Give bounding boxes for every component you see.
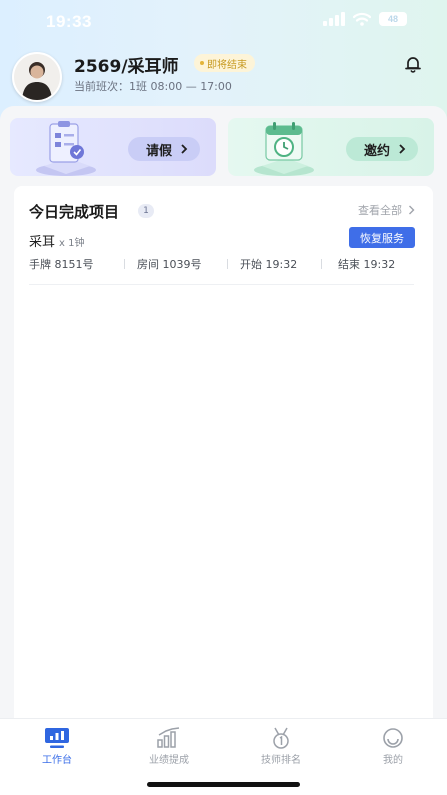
tab-label: 技师排名 bbox=[261, 755, 301, 766]
service-name: 采耳 bbox=[29, 235, 56, 250]
leave-card[interactable]: 请假 bbox=[10, 118, 216, 176]
avatar-person-icon bbox=[14, 54, 60, 100]
tab-label: 我的 bbox=[383, 755, 403, 766]
status-bar: 19:33 48 bbox=[0, 0, 447, 44]
battery-icon: 48 bbox=[379, 12, 407, 26]
signal-icon bbox=[323, 12, 345, 26]
calendar-clock-illustration-icon bbox=[254, 122, 314, 176]
detail-separator bbox=[124, 259, 125, 269]
user-name: 2569/采耳师 bbox=[74, 57, 179, 77]
item-name: 采耳 x 1钟 bbox=[29, 231, 84, 250]
view-all-link[interactable]: 查看全部 bbox=[358, 202, 415, 218]
chevron-right-icon bbox=[409, 205, 415, 215]
tab-performance[interactable]: 业绩提成 bbox=[134, 727, 204, 766]
invite-button-label: 邀约 bbox=[363, 143, 390, 159]
status-time: 19:33 bbox=[46, 12, 92, 31]
home-indicator bbox=[147, 782, 300, 787]
avatar[interactable] bbox=[12, 52, 62, 102]
chevron-right-icon bbox=[181, 144, 188, 154]
badge-dot-icon bbox=[200, 61, 204, 65]
row-divider bbox=[29, 284, 414, 285]
status-badge: 即将结束 bbox=[194, 54, 255, 72]
tab-mine[interactable]: 我的 bbox=[358, 727, 428, 766]
item-quantity: x 1钟 bbox=[59, 238, 85, 249]
invite-card[interactable]: 邀约 bbox=[228, 118, 434, 176]
room-number: 房间 1039号 bbox=[137, 258, 202, 271]
current-shift: 当前班次：1班 08:00 — 17:00 bbox=[74, 80, 232, 93]
resume-service-button[interactable]: 恢复服务 bbox=[349, 227, 415, 248]
status-icons: 48 bbox=[323, 12, 407, 26]
smile-icon bbox=[383, 728, 403, 748]
count-badge: 1 bbox=[138, 204, 154, 218]
monitor-icon bbox=[45, 728, 69, 748]
completed-items-panel: 今日完成项目 1 查看全部 采耳 x 1钟 恢复服务 手牌 8151号 房间 10… bbox=[14, 186, 433, 795]
invite-button[interactable]: 邀约 bbox=[345, 137, 418, 161]
chevron-right-icon bbox=[399, 144, 406, 154]
leave-button[interactable]: 请假 bbox=[127, 137, 200, 161]
detail-separator bbox=[227, 259, 228, 269]
wifi-icon bbox=[353, 12, 371, 26]
tab-workbench[interactable]: 工作台 bbox=[22, 727, 92, 766]
item-details: 手牌 8151号 房间 1039号 开始 19:32 结束 19:32 bbox=[29, 256, 409, 272]
bar-chart-icon bbox=[157, 727, 180, 748]
tab-label: 业绩提成 bbox=[149, 755, 189, 766]
tab-label: 工作台 bbox=[42, 755, 72, 766]
leave-button-label: 请假 bbox=[145, 143, 172, 159]
view-all-label: 查看全部 bbox=[358, 204, 402, 217]
clipboard-illustration-icon bbox=[36, 121, 96, 176]
medal-icon bbox=[273, 727, 289, 749]
panel-title: 今日完成项目 bbox=[29, 203, 120, 221]
bell-icon[interactable] bbox=[403, 54, 423, 74]
end-time: 结束 19:32 bbox=[338, 258, 396, 271]
content-sheet: 请假 邀约 今日完成项目 1 查看全部 采耳 x 1钟 恢复服务 手牌 8151… bbox=[0, 106, 447, 795]
user-header: 2569/采耳师 即将结束 当前班次：1班 08:00 — 17:00 bbox=[0, 48, 447, 104]
tab-ranking[interactable]: 技师排名 bbox=[246, 727, 316, 766]
detail-separator bbox=[321, 259, 322, 269]
hand-tag-number: 手牌 8151号 bbox=[29, 258, 94, 271]
status-badge-text: 即将结束 bbox=[207, 59, 247, 71]
start-time: 开始 19:32 bbox=[240, 258, 298, 271]
